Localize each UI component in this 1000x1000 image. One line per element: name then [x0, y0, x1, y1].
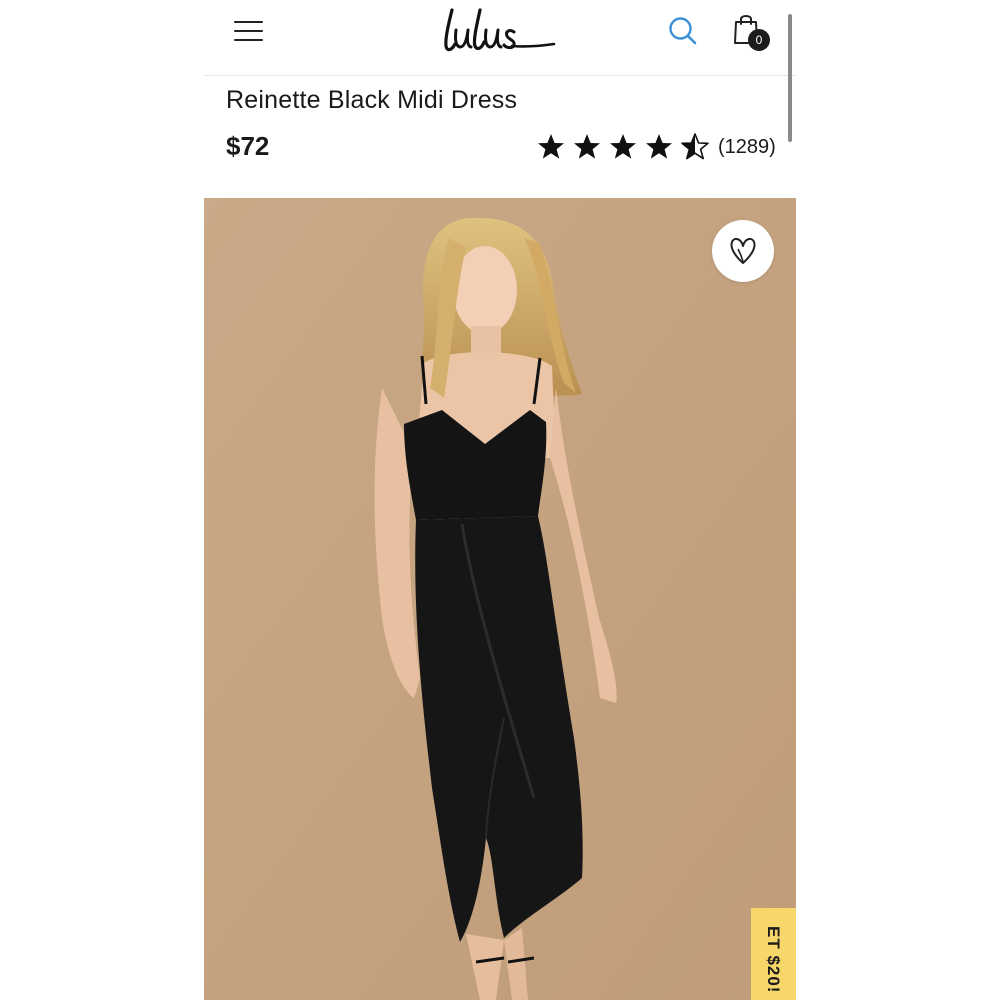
star-icon	[610, 134, 636, 159]
menu-button[interactable]	[234, 18, 264, 44]
star-icon	[538, 134, 564, 159]
favorite-button[interactable]	[712, 220, 774, 282]
product-price: $72	[226, 131, 270, 161]
product-image[interactable]: ET $20!	[204, 198, 796, 1000]
site-header: Lulus	[204, 0, 796, 142]
star-icon	[646, 134, 672, 159]
scrollbar[interactable]	[788, 14, 792, 142]
cart-count-badge: 0	[748, 29, 770, 51]
lulus-logo-icon	[444, 8, 556, 52]
brand-logo[interactable]: Lulus	[440, 2, 560, 58]
product-photo	[204, 198, 796, 1000]
mobile-viewport: Lulus	[204, 0, 796, 1000]
promo-label: ET $20!	[764, 926, 783, 994]
promo-tab[interactable]: ET $20!	[751, 908, 796, 1000]
star-icon	[574, 134, 600, 159]
hamburger-menu-icon-line	[234, 39, 263, 41]
product-rating[interactable]: (1289)	[536, 130, 776, 164]
cart-button[interactable]: 0	[732, 12, 776, 54]
page: Lulus	[0, 0, 1000, 1000]
review-count: (1289)	[718, 135, 776, 158]
search-icon	[669, 17, 697, 45]
half-star-icon	[681, 133, 709, 160]
search-button[interactable]	[668, 16, 698, 46]
product-title: Reinette Black Midi Dress	[226, 86, 518, 114]
heart-icon	[730, 237, 756, 264]
hamburger-menu-icon-line	[234, 30, 263, 32]
hamburger-menu-icon	[234, 21, 263, 23]
